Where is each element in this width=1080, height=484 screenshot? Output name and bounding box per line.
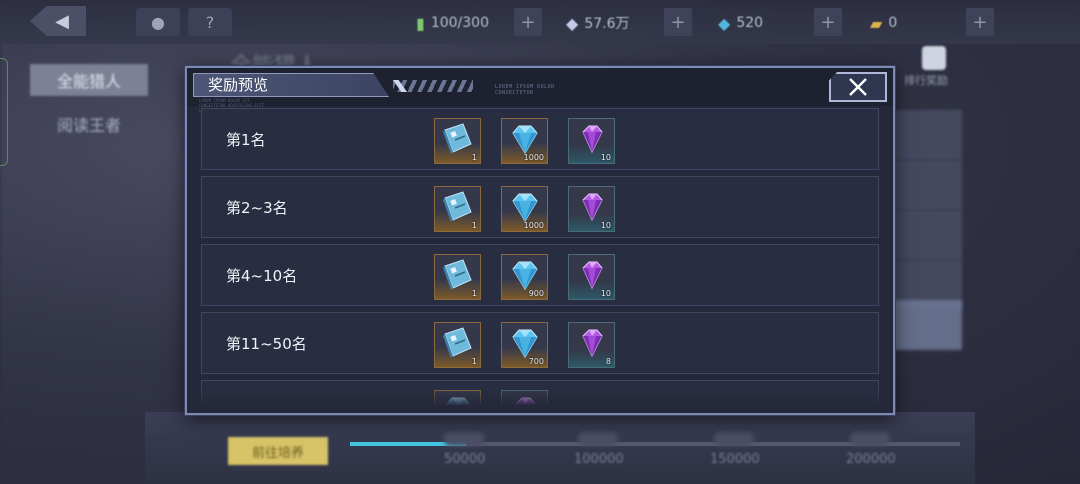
add-stamina-button[interactable]: + [514,8,542,36]
decorative-text: LOREM IPSUM DOLOR CONSECTETUR [495,84,555,96]
rank-label: 第4~10名 [226,267,298,285]
item-quantity: 700 [528,357,544,366]
item-quantity: 1 [471,221,477,230]
reward-item[interactable]: 8 [568,322,615,368]
crystal-counter: ◆ 57.6万 [566,13,630,33]
milestone-chest[interactable] [444,432,484,446]
side-panel-frame [0,58,8,166]
item-quantity: 10 [600,153,611,162]
item-quantity: 1 [471,153,477,162]
reward-row: 第11~50名 1 700 8 [201,312,879,374]
milestone-label: 100000 [574,452,624,467]
dot-icon: ● [151,12,165,32]
reward-item[interactable]: 900 [501,254,548,300]
add-diamond-button[interactable]: + [814,8,842,36]
milestone-chest[interactable] [578,432,618,446]
crystal-icon: ◆ [566,13,579,33]
reward-item[interactable]: 10 [568,254,615,300]
go-train-button[interactable]: 前往培养 [228,437,328,465]
ranking-reward-label: 排行奖励 [904,74,948,87]
stamina-counter: ▮ 100/300 [416,13,489,33]
reward-item[interactable]: 1 [434,322,481,368]
reward-item[interactable]: 700 [501,322,548,368]
close-icon [849,78,867,96]
stamina-icon: ▮ [416,13,425,33]
rank-label: 第11~50名 [226,335,307,353]
add-crystal-button[interactable]: + [664,8,692,36]
reward-item[interactable]: 1 [434,186,481,232]
help-button[interactable]: ? [188,8,232,36]
sidebar-item-reader[interactable]: 阅读王者 [30,108,148,140]
reward-row: 第1名 1 1000 10 [201,108,879,170]
rank-label: 第1名 [226,131,266,149]
sidebar-item-hunter[interactable]: 全能猎人 [30,64,148,96]
list-fade [201,388,881,406]
milestone-label: 150000 [710,452,760,467]
milestone-chest[interactable] [714,432,754,446]
close-button[interactable] [829,72,887,102]
back-arrow-icon: ◀ [55,10,69,32]
reward-list[interactable]: 第1名 1 1000 10 第2~3名 1 1000 10 第4~10名 1 900 10 第11~50… [201,108,881,405]
milestone-label: 50000 [444,452,486,467]
reward-item[interactable]: 1000 [501,186,548,232]
reward-item[interactable]: 1 [434,254,481,300]
diamond-counter: ◆ 520 [718,13,764,33]
item-quantity: 1000 [523,221,544,230]
reward-item[interactable]: 10 [568,118,615,164]
reward-item[interactable]: 1 [434,118,481,164]
add-ticket-button[interactable]: + [966,8,994,36]
ticket-counter: ▰ 0 [870,13,898,33]
ranking-reward-icon[interactable] [922,46,946,70]
item-quantity: 1 [471,357,477,366]
dialog-title: 奖励预览 [193,73,389,97]
milestone-chest[interactable] [850,432,890,446]
home-button[interactable]: ● [136,8,180,36]
rank-label: 第2~3名 [226,199,288,217]
reward-preview-dialog: 奖励预览 LOREM IPSUM DOLOR CONSECTETUR LOREM… [185,66,895,415]
milestone-label: 200000 [846,452,896,467]
item-quantity: 10 [600,289,611,298]
diamond-icon: ◆ [718,13,731,33]
reward-row: 第4~10名 1 900 10 [201,244,879,306]
item-quantity: 1 [471,289,477,298]
item-quantity: 8 [605,357,611,366]
reward-row: 第2~3名 1 1000 10 [201,176,879,238]
item-quantity: 1000 [523,153,544,162]
ticket-icon: ▰ [870,13,883,33]
item-quantity: 900 [528,289,544,298]
item-quantity: 10 [600,221,611,230]
reward-item[interactable]: 10 [568,186,615,232]
reward-item[interactable]: 1000 [501,118,548,164]
